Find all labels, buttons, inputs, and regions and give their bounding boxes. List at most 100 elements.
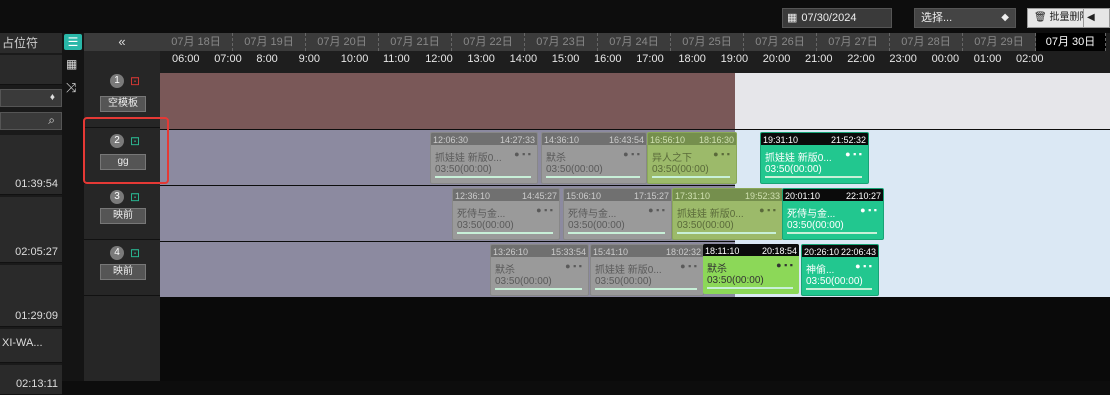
camera-icon[interactable]: ⊡ bbox=[128, 74, 142, 88]
date-tab[interactable]: 07月 19日 bbox=[233, 33, 306, 51]
start-time: 15:41:10 bbox=[593, 247, 629, 257]
program-duration: 03:50(00:00) bbox=[806, 276, 863, 287]
schedule-block[interactable]: 12:36:10 14:45:27 死侍与金... 03:50(00:00) ● ▪ ▪ bbox=[452, 188, 560, 240]
progress-bar bbox=[495, 288, 582, 290]
hour-label: 9:00 bbox=[298, 53, 321, 65]
start-time: 20:26:10 bbox=[804, 247, 840, 257]
status-icons[interactable]: ● ▪ ▪ bbox=[565, 261, 582, 271]
shuffle-icon[interactable]: ⤨ bbox=[66, 80, 76, 96]
date-tab[interactable]: 07月 22日 bbox=[452, 33, 525, 51]
hour-label: 17:00 bbox=[636, 53, 664, 65]
schedule-block[interactable]: 16:56:10 18:16:30 异人之下 03:50(00:00) ● ▪ ▪ bbox=[647, 132, 737, 184]
program-duration: 03:50(00:00) bbox=[568, 220, 625, 231]
back-button[interactable]: ◀ bbox=[1083, 8, 1110, 28]
camera-icon[interactable]: ⊡ bbox=[128, 190, 142, 204]
end-time: 21:52:32 bbox=[830, 135, 866, 145]
date-tab[interactable]: 07月 30日 bbox=[1036, 33, 1106, 51]
date-tab[interactable]: 07月 25日 bbox=[671, 33, 744, 51]
schedule-block[interactable]: 12:06:30 14:27:33 抓娃娃 新版0... 03:50(00:00) ● … bbox=[430, 132, 538, 184]
template-button[interactable]: 映前 bbox=[100, 264, 146, 280]
left-panel: 占位符 ♦ ⌕ 01:39:54 02:05:27 01:29:09 XI-WA… bbox=[0, 33, 62, 395]
left-search[interactable]: ⌕ bbox=[0, 112, 62, 130]
duration: 01:39:54 bbox=[15, 178, 58, 190]
date-tab[interactable]: 07月 18日 bbox=[160, 33, 233, 51]
block-header: 20:01:10 22:10:27 bbox=[783, 189, 883, 201]
program-name: 默杀 bbox=[495, 265, 515, 276]
progress-bar bbox=[595, 288, 697, 290]
date-tab[interactable]: 07月 29日 bbox=[963, 33, 1036, 51]
status-icons[interactable]: ● ▪ ▪ bbox=[680, 261, 697, 271]
template-button[interactable]: 映前 bbox=[100, 208, 146, 224]
status-icons[interactable]: ● ▪ ▪ bbox=[860, 205, 877, 215]
program-name: 抓娃娃 新版0... bbox=[435, 153, 502, 164]
date-tab[interactable]: 07月 20日 bbox=[306, 33, 379, 51]
schedule-block[interactable]: 14:36:10 16:43:54 默杀 03:50(00:00) ● ▪ ▪ bbox=[541, 132, 647, 184]
status-icons[interactable]: ● ▪ ▪ bbox=[855, 261, 872, 271]
end-time: 19:52:33 bbox=[744, 191, 780, 201]
list-item[interactable]: 01:29:09 bbox=[0, 265, 62, 327]
channel-number: 3 bbox=[110, 190, 124, 204]
schedule-block[interactable]: 15:06:10 17:15:27 死侍与金... 03:50(00:00) ● ▪ ▪ bbox=[563, 188, 672, 240]
schedule-block[interactable]: 20:26:10 22:06:43 神偷... 03:50(00:00) ● ▪ ▪ bbox=[801, 244, 879, 296]
date-tab[interactable]: 07月 23日 bbox=[525, 33, 598, 51]
program-name: 神偷... bbox=[806, 265, 835, 276]
program-duration: 03:50(00:00) bbox=[787, 220, 844, 231]
list-item[interactable]: 01:39:54 bbox=[0, 135, 62, 195]
schedule-block[interactable]: 19:31:10 21:52:32 抓娃娃 新版0... 03:50(00:00) ● … bbox=[760, 132, 869, 184]
list-item[interactable]: 02:05:27 bbox=[0, 197, 62, 263]
list-view-icon[interactable]: ☰ bbox=[64, 34, 82, 50]
program-duration: 03:50(00:00) bbox=[765, 164, 822, 175]
status-icons[interactable]: ● ▪ ▪ bbox=[536, 205, 553, 215]
channel-select[interactable]: 选择... ◆ bbox=[914, 8, 1016, 28]
hour-label: 06:00 bbox=[172, 53, 200, 65]
collapse-button[interactable]: « bbox=[84, 33, 160, 51]
status-icons[interactable]: ● ▪ ▪ bbox=[759, 205, 776, 215]
block-header: 17:31:10 19:52:33 bbox=[673, 189, 782, 201]
chevron-updown-icon: ♦ bbox=[49, 92, 55, 103]
schedule-block[interactable]: 20:01:10 22:10:27 死侍与金... 03:50(00:00) ● ▪ ▪ bbox=[782, 188, 884, 240]
date-tab[interactable]: 07月 26日 bbox=[744, 33, 817, 51]
list-item[interactable]: 02:13:11 bbox=[0, 365, 62, 395]
calendar-icon[interactable]: ▦ bbox=[66, 57, 77, 71]
left-select[interactable]: ♦ bbox=[0, 89, 62, 107]
progress-bar bbox=[652, 176, 730, 178]
date-tab[interactable]: 07月 27日 bbox=[817, 33, 890, 51]
status-icons[interactable]: ● ▪ ▪ bbox=[514, 149, 531, 159]
channel-row-3: 3 ⊡ 映前 bbox=[84, 186, 160, 240]
schedule-block[interactable]: 17:31:10 19:52:33 抓娃娃 新版0... 03:50(00:00) ● … bbox=[672, 188, 783, 240]
progress-bar bbox=[457, 232, 553, 234]
date-tab[interactable]: 07月 28日 bbox=[890, 33, 963, 51]
end-time: 14:45:27 bbox=[521, 191, 557, 201]
date-tab[interactable]: 07月 24日 bbox=[598, 33, 671, 51]
date-picker[interactable]: ▦ 07/30/2024 bbox=[782, 8, 892, 28]
start-time: 18:11:10 bbox=[705, 246, 740, 256]
program-duration: 03:50(00:00) bbox=[546, 164, 603, 175]
end-time: 17:15:27 bbox=[633, 191, 669, 201]
program-name: 死侍与金... bbox=[568, 209, 617, 220]
hour-label: 20:00 bbox=[762, 53, 791, 65]
status-icons[interactable]: ● ▪ ▪ bbox=[713, 149, 730, 159]
block-header: 16:56:10 18:16:30 bbox=[648, 133, 736, 145]
block-header: 19:31:10 21:52:32 bbox=[761, 133, 868, 145]
status-icons[interactable]: ● ▪ ▪ bbox=[623, 149, 640, 159]
calendar-icon: ▦ bbox=[787, 12, 798, 24]
status-icons[interactable]: ● ▪ ▪ bbox=[776, 260, 793, 270]
date-tab[interactable]: 07月 21日 bbox=[379, 33, 452, 51]
schedule-block[interactable]: 18:11:10 20:18:54 默杀 03:50(00:00) ● ▪ ▪ bbox=[703, 244, 799, 294]
schedule-block[interactable]: 13:26:10 15:33:54 默杀 03:50(00:00) ● ▪ ▪ bbox=[490, 244, 589, 296]
back-arrow-icon: ◀ bbox=[1087, 12, 1095, 23]
duration: 01:29:09 bbox=[15, 310, 58, 322]
start-time: 20:01:10 bbox=[785, 191, 821, 201]
status-icons[interactable]: ● ▪ ▪ bbox=[845, 149, 862, 159]
schedule-block[interactable]: 15:41:10 18:02:32 抓娃娃 新版0... 03:50(00:00) ● … bbox=[590, 244, 704, 296]
block-header: 15:06:10 17:15:27 bbox=[564, 189, 671, 201]
list-item[interactable]: XI-WA... bbox=[0, 329, 62, 363]
end-time: 15:33:54 bbox=[550, 247, 586, 257]
end-time: 14:27:33 bbox=[499, 135, 535, 145]
status-icons[interactable]: ● ▪ ▪ bbox=[648, 205, 665, 215]
end-time: 16:43:54 bbox=[608, 135, 644, 145]
camera-icon[interactable]: ⊡ bbox=[128, 246, 142, 260]
program-duration: 03:50(00:00) bbox=[707, 275, 764, 286]
progress-bar bbox=[707, 287, 793, 289]
template-button[interactable]: 空模板 bbox=[100, 96, 146, 112]
